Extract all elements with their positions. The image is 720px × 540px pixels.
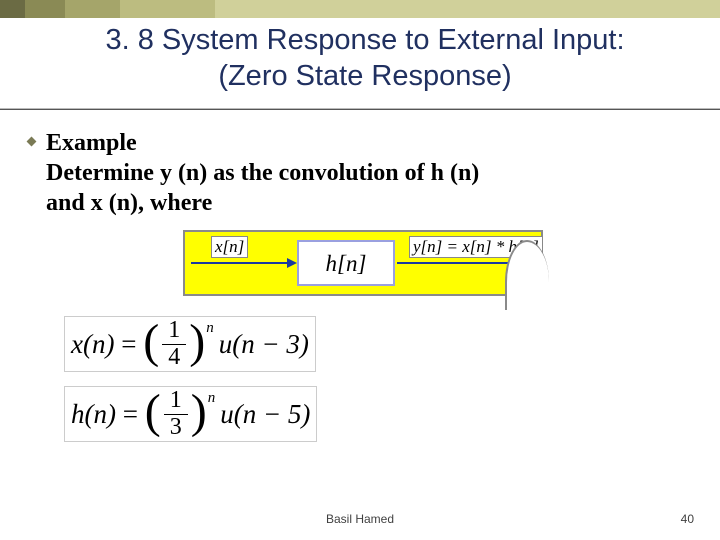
footer-author: Basil Hamed [0,512,720,526]
system-block: h[n] [297,240,395,286]
strip-seg [65,0,120,18]
eq-h-lhs: h(n) = [71,401,145,428]
footer-page-number: 40 [681,512,694,526]
example-heading: Example [46,128,680,158]
equations: x(n) = ( 1 4 ) n u(n − 3) h(n) = ( 1 3 ) [46,316,680,442]
frac-den: 4 [162,345,186,370]
slide-title: 3. 8 System Response to External Input: … [30,22,700,95]
lparen-icon: ( [145,388,161,436]
title-line2: (Zero State Response) [218,60,511,92]
prompt-line2: and x (n), where [46,188,680,218]
eq-x-tail: u(n − 3) [219,331,309,358]
strip-seg [120,0,215,18]
eq-x-lhs: x(n) = [71,331,143,358]
title-line1: 3. 8 System Response to External Input: [105,24,624,56]
arrow-in [191,262,291,264]
equation-h: h(n) = ( 1 3 ) n u(n − 5) [64,386,317,442]
bullet-icon [27,137,37,147]
equation-x: x(n) = ( 1 4 ) n u(n − 3) [64,316,316,372]
frac-num: 1 [162,318,186,344]
top-accent-strip [0,0,720,18]
fraction: 1 3 [164,388,188,439]
rparen-icon: ) [189,318,205,366]
prompt-line1: Determine y (n) as the convolution of h … [46,158,680,188]
rparen-icon: ) [191,388,207,436]
title-underline [0,108,720,110]
strip-seg [0,0,25,18]
block-diagram: x[n] h[n] y[n] = x[n] * h[n] [183,230,543,296]
strip-seg [215,0,720,18]
exponent: n [206,321,214,336]
arrow-head-icon [287,258,297,268]
body: Example Determine y (n) as the convoluti… [46,128,680,456]
input-label: x[n] [211,236,248,258]
fraction: 1 4 [162,318,186,369]
strip-seg [25,0,65,18]
frac-den: 3 [164,415,188,440]
exponent: n [208,391,216,406]
frac-num: 1 [164,388,188,414]
eq-h-tail: u(n − 5) [220,401,310,428]
lparen-icon: ( [143,318,159,366]
